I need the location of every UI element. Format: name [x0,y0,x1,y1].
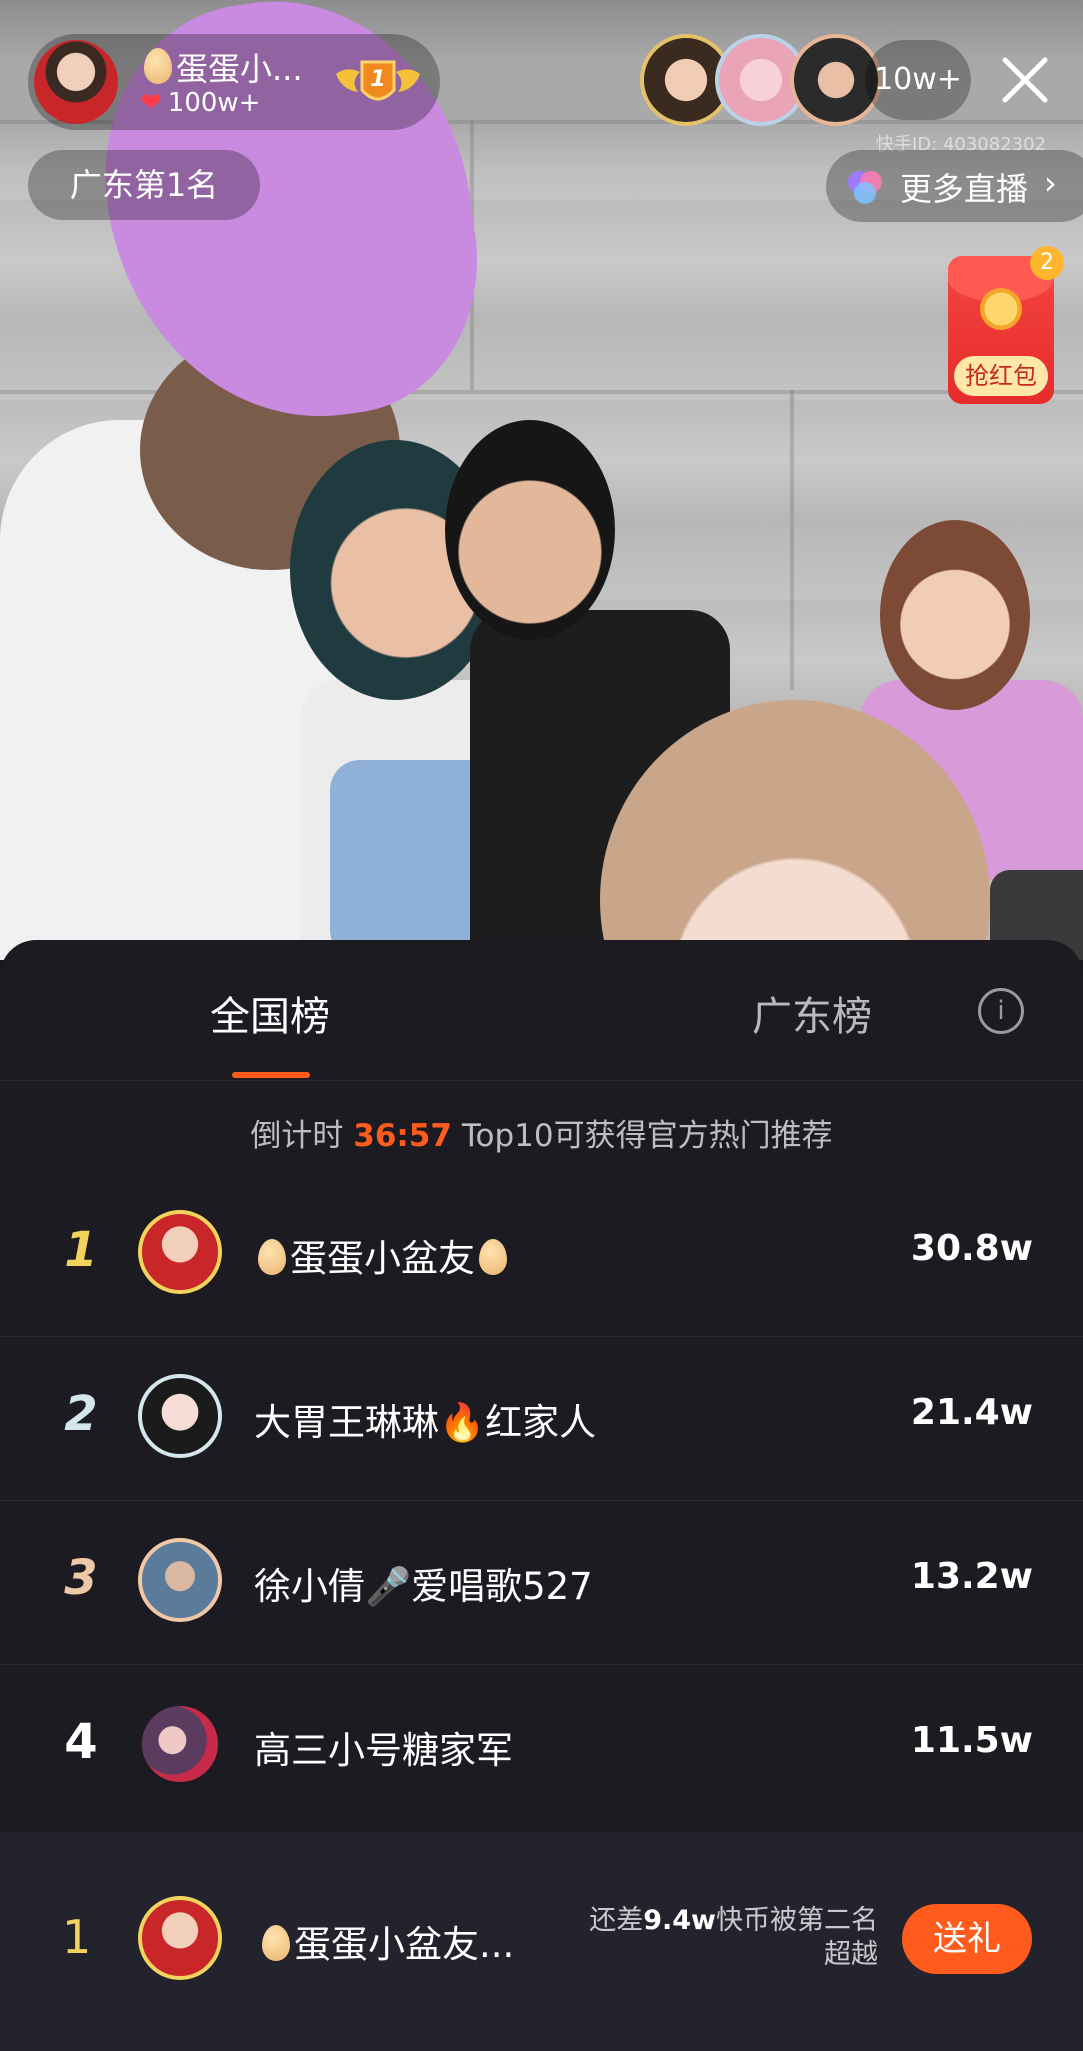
rank-number: 4 [64,1714,98,1770]
current-anchor-avatar[interactable] [138,1896,222,1980]
user-score: 13.2w [910,1556,1033,1597]
rank-gap-text: 还差9.4w快币被第二名超越 [566,1904,878,1972]
person-right-head [880,520,1030,710]
heart-icon: ❤ [140,88,162,118]
info-icon[interactable]: i [978,988,1024,1034]
rank-number: 1 [64,1222,98,1278]
user-avatar[interactable] [138,1538,222,1622]
more-live-icon [848,171,882,204]
tab-national[interactable]: 全国榜 [210,984,330,1042]
user-score: 21.4w [910,1392,1033,1433]
anchor-name[interactable]: 蛋蛋小... [140,44,303,90]
rank-row[interactable]: 1 蛋蛋小盆友 30.8w [0,1172,1083,1336]
person-man-head [445,420,615,640]
user-avatar[interactable] [138,1702,222,1786]
anchor-avatar[interactable] [34,40,118,124]
top-viewers[interactable]: 10w+ [640,34,971,126]
rank-number: 3 [64,1550,98,1606]
live-video[interactable]: 蛋蛋小... ❤ 100w+ 1 10w+ 快手ID: 403082302 广东第… [0,0,1083,960]
chevron-right-icon: › [1044,164,1057,202]
countdown-time: 36:57 [353,1118,452,1154]
red-packet-coin-icon [980,288,1022,330]
egg-icon [258,1239,286,1275]
region-rank-button[interactable]: 广东第1名 [28,150,260,220]
user-name: 大胃王琳琳🔥红家人 [254,1401,597,1444]
user-name: 蛋蛋小盆友 [254,1228,511,1282]
send-gift-button[interactable]: 送礼 [902,1904,1032,1974]
rank-number: 2 [64,1386,98,1442]
egg-icon [144,48,172,84]
current-anchor-name-text: 蛋蛋小盆友... [294,1923,515,1966]
level-badge-icon[interactable]: 1 [328,52,428,112]
gap-prefix: 还差 [589,1905,644,1936]
level-badge-number: 1 [370,67,385,92]
red-packet-count-badge: 2 [1030,246,1064,280]
rank-row[interactable]: 4 高三小号糖家军 11.5w [0,1664,1083,1828]
tab-divider [0,1080,1083,1081]
red-packet-button[interactable]: 抢红包 [948,256,1054,404]
countdown-suffix: Top10可获得官方热门推荐 [461,1118,833,1154]
egg-icon [479,1239,507,1275]
wall-seam [790,390,794,690]
current-rank: 1 [62,1910,92,1964]
user-avatar[interactable] [138,1374,222,1458]
anchor-name-text: 蛋蛋小... [176,50,303,88]
rank-row[interactable]: 2 大胃王琳琳🔥红家人 21.4w [0,1336,1083,1500]
user-name: 高三小号糖家军 [254,1729,513,1772]
more-live-button[interactable]: 更多直播 › [826,150,1083,222]
user-avatar[interactable] [138,1210,222,1294]
egg-icon [262,1925,290,1961]
more-live-label: 更多直播 [900,170,1029,208]
rank-row[interactable]: 3 徐小倩🎤爱唱歌527 13.2w [0,1500,1083,1664]
viewer-count[interactable]: 10w+ [865,40,971,120]
user-score: 30.8w [910,1228,1033,1269]
red-packet-label: 抢红包 [954,356,1048,396]
current-anchor-name: 蛋蛋小盆友... [258,1914,514,1968]
countdown-prefix: 倒计时 [250,1118,344,1154]
close-icon[interactable] [995,50,1055,110]
anchor-likes-value: 100w+ [167,88,261,118]
gap-suffix: 快币被第二名超越 [716,1905,878,1970]
user-name-text: 蛋蛋小盆友 [290,1237,475,1280]
active-tab-indicator [232,1072,310,1078]
anchor-likes: ❤ 100w+ [140,88,260,118]
user-score: 11.5w [910,1720,1033,1761]
current-anchor-row: 1 蛋蛋小盆友... 还差9.4w快币被第二名超越 送礼 [0,1832,1083,2051]
anchor-info[interactable]: 蛋蛋小... ❤ 100w+ 1 [28,34,440,130]
countdown-text: 倒计时 36:57 Top10可获得官方热门推荐 [0,1110,1083,1155]
gap-value: 9.4w [643,1905,716,1936]
user-name: 徐小倩🎤爱唱歌527 [254,1565,593,1608]
tab-guangdong[interactable]: 广东榜 [752,984,872,1042]
